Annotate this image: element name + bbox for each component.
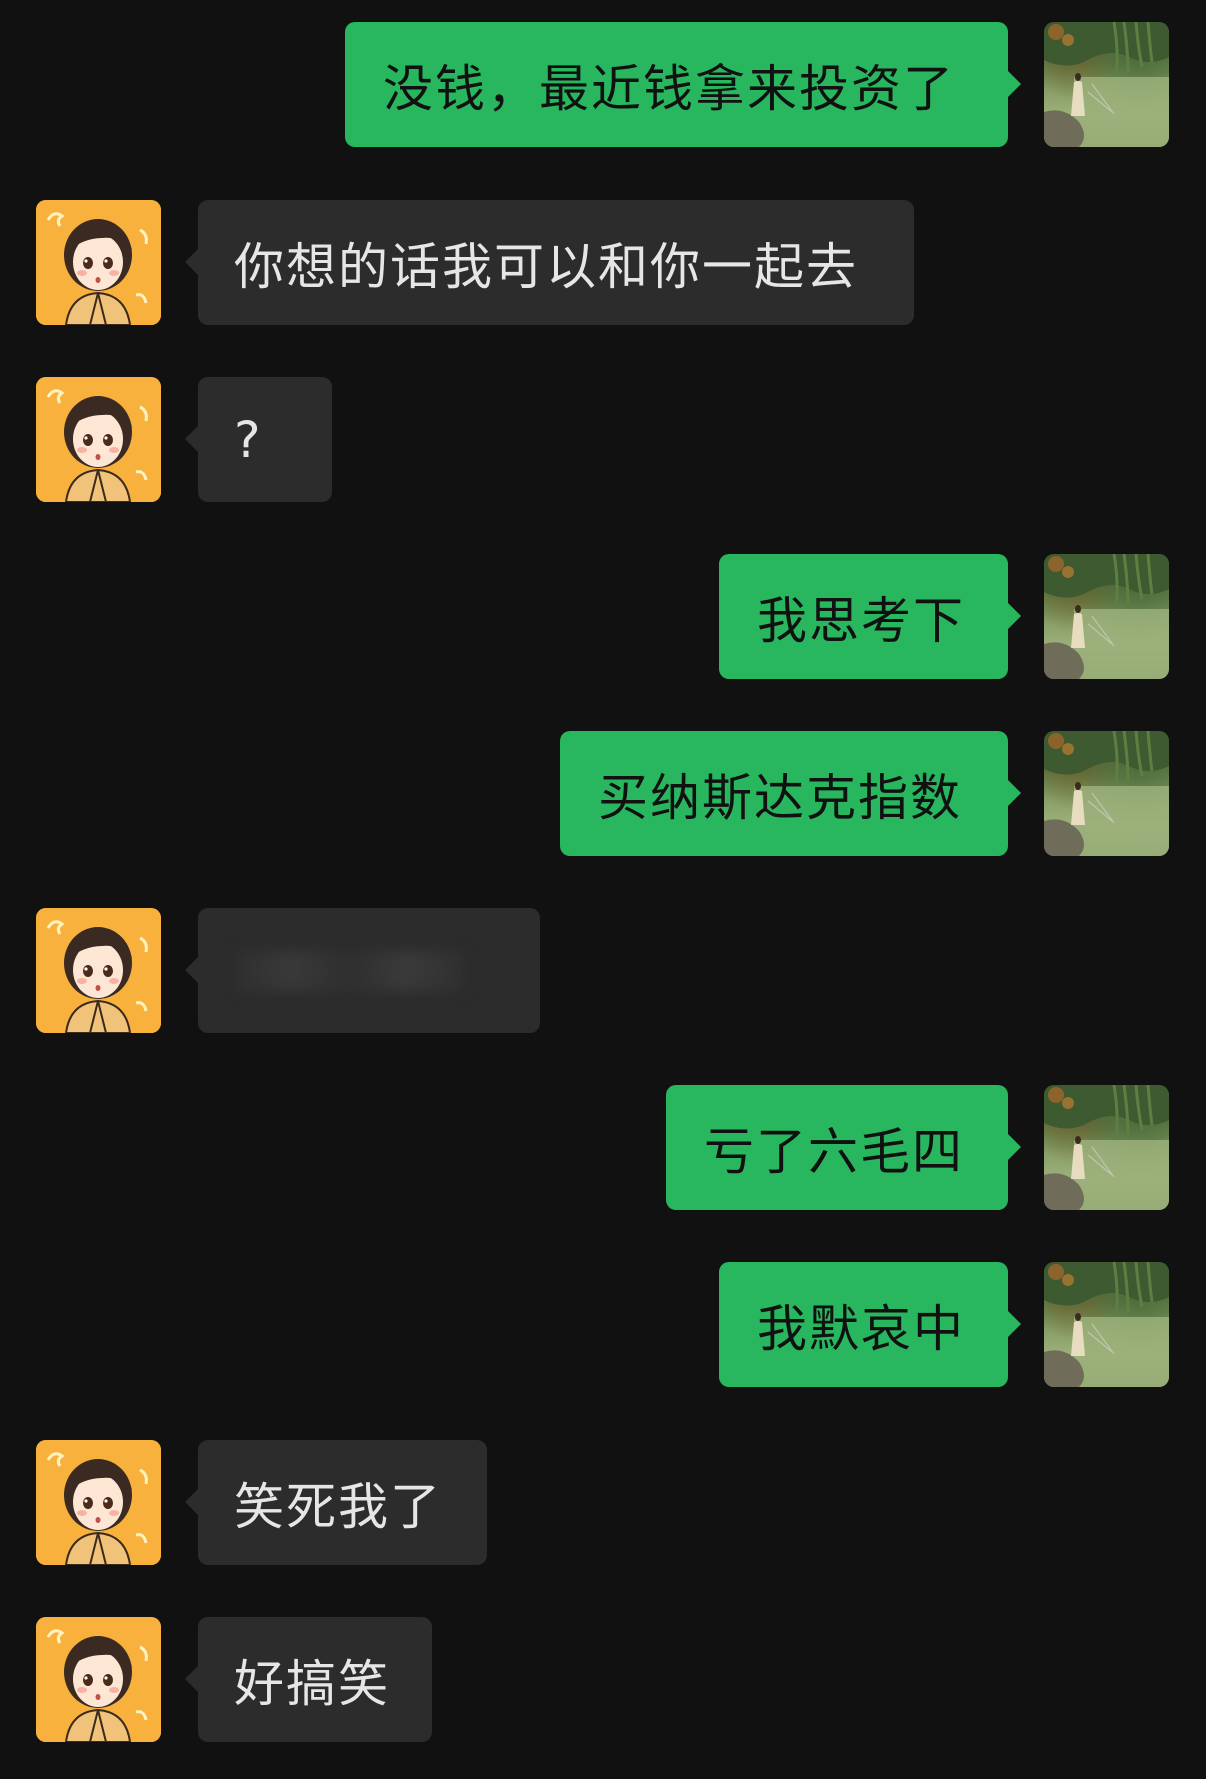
message-row: 我思考下 [0,554,1206,679]
message-row: 买纳斯达克指数 [0,731,1206,856]
sent-message-bubble[interactable]: 买纳斯达克指数 [560,731,1021,856]
landscape-photo-avatar[interactable] [1044,22,1169,147]
message-row: 笑死我了 [0,1440,1206,1565]
sent-message-bubble[interactable]: 我思考下 [719,554,1021,679]
sent-message-bubble[interactable]: 亏了六毛四 [666,1085,1021,1210]
message-text: 我默哀中 [757,1299,965,1358]
message-text: 买纳斯达克指数 [598,768,962,827]
message-text: 我思考下 [757,591,965,650]
received-message-bubble[interactable]: 好搞笑 [185,1617,432,1742]
cartoon-avatar[interactable] [36,908,161,1033]
landscape-photo-avatar[interactable] [1044,731,1169,856]
received-message-bubble[interactable] [185,908,540,1033]
message-row: 没钱，最近钱拿来投资了 [0,22,1206,147]
received-message-bubble[interactable]: 笑死我了 [185,1440,487,1565]
message-row: 好搞笑 [0,1617,1206,1742]
message-text: 亏了六毛四 [704,1122,964,1181]
sent-message-bubble[interactable]: 没钱，最近钱拿来投资了 [345,22,1021,147]
message-text: ? [234,410,263,469]
landscape-photo-avatar[interactable] [1044,554,1169,679]
cartoon-avatar[interactable] [36,1617,161,1742]
cartoon-avatar[interactable] [36,1440,161,1565]
message-row: ? [0,377,1206,502]
message-row: 你想的话我可以和你一起去 [0,200,1206,325]
message-text: 笑死我了 [234,1477,442,1536]
cartoon-avatar[interactable] [36,377,161,502]
landscape-photo-avatar[interactable] [1044,1085,1169,1210]
landscape-photo-avatar[interactable] [1044,1262,1169,1387]
sent-message-bubble[interactable]: 我默哀中 [719,1262,1021,1387]
message-row: 我默哀中 [0,1262,1206,1387]
redacted-message-text [234,950,464,991]
message-text: 你想的话我可以和你一起去 [234,237,858,296]
message-row [0,908,1206,1033]
message-row: 亏了六毛四 [0,1085,1206,1210]
message-text: 没钱，最近钱拿来投资了 [383,59,955,118]
received-message-bubble[interactable]: ? [185,377,332,502]
cartoon-avatar[interactable] [36,200,161,325]
message-text: 好搞笑 [234,1654,390,1713]
received-message-bubble[interactable]: 你想的话我可以和你一起去 [185,200,914,325]
